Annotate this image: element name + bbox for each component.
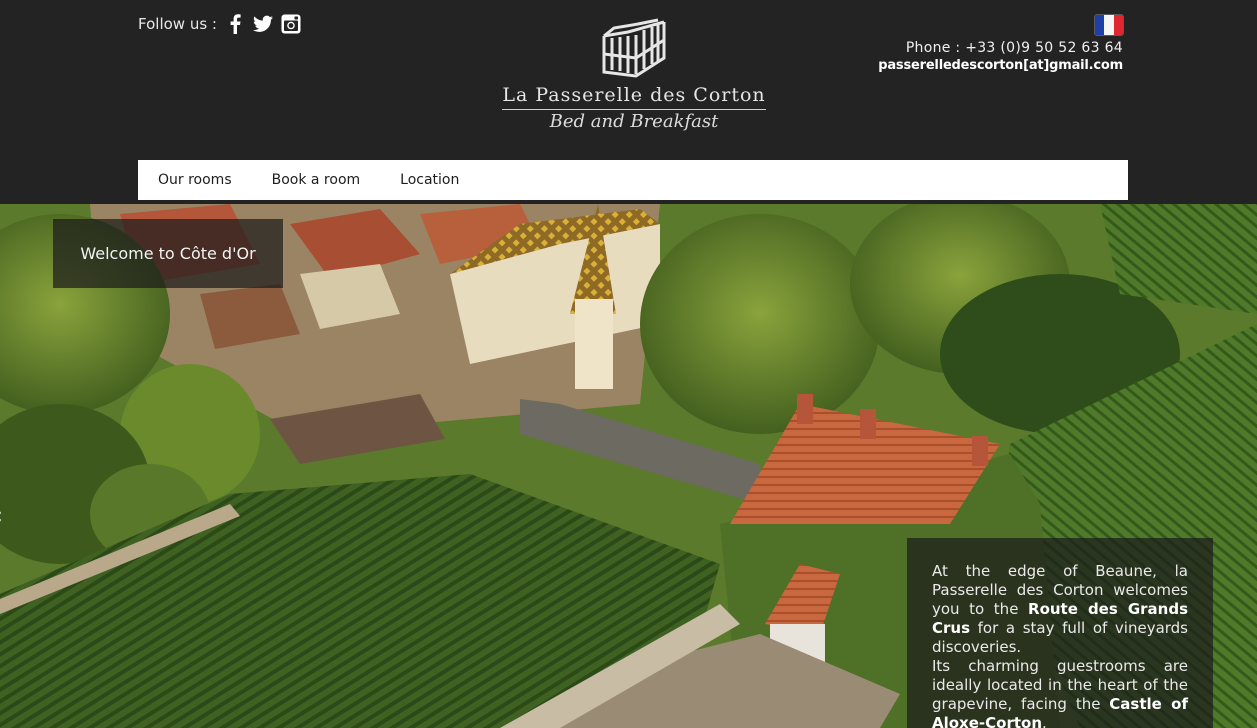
email-link[interactable]: passerelledescorton[at]gmail.com: [878, 57, 1123, 75]
intro-p1-b: for a stay full of vineyards discoveries…: [932, 619, 1188, 656]
site-header: Follow us : La Passerelle des Corton Bed…: [0, 0, 1257, 200]
instagram-icon[interactable]: [281, 14, 301, 34]
social-follow: Follow us :: [138, 14, 301, 34]
logo-subtitle: Bed and Breakfast: [549, 111, 719, 132]
facebook-icon[interactable]: [225, 14, 245, 34]
follow-label: Follow us :: [138, 15, 217, 33]
fr-flag-icon[interactable]: [1095, 15, 1123, 35]
site-logo[interactable]: La Passerelle des Corton Bed and Breakfa…: [500, 18, 768, 132]
welcome-caption: Welcome to Côte d'Or: [53, 219, 283, 288]
nav-item-location[interactable]: Location: [400, 172, 459, 188]
logo-title: La Passerelle des Corton: [502, 84, 766, 106]
intro-p2-b: .: [1042, 714, 1047, 728]
nav-item-our-rooms[interactable]: Our rooms: [158, 172, 232, 188]
slideshow-prev-arrow-icon[interactable]: ‹: [0, 504, 3, 529]
phone-number: Phone : +33 (0)9 50 52 63 64: [905, 40, 1123, 56]
main-navigation: Our rooms Book a room Location: [138, 160, 1128, 200]
twitter-icon[interactable]: [252, 14, 273, 34]
nav-item-book-a-room[interactable]: Book a room: [272, 172, 361, 188]
footbridge-logo-icon: [602, 18, 666, 78]
hero-slideshow: ‹ Welcome to Côte d'Or At the edge of Be…: [0, 204, 1257, 728]
intro-text-box: At the edge of Beaune, la Passerelle des…: [907, 538, 1213, 728]
logo-divider: [502, 109, 766, 110]
welcome-text: Welcome to Côte d'Or: [80, 244, 256, 263]
contact-info: Phone : +33 (0)9 50 52 63 64 passerelled…: [878, 39, 1123, 75]
